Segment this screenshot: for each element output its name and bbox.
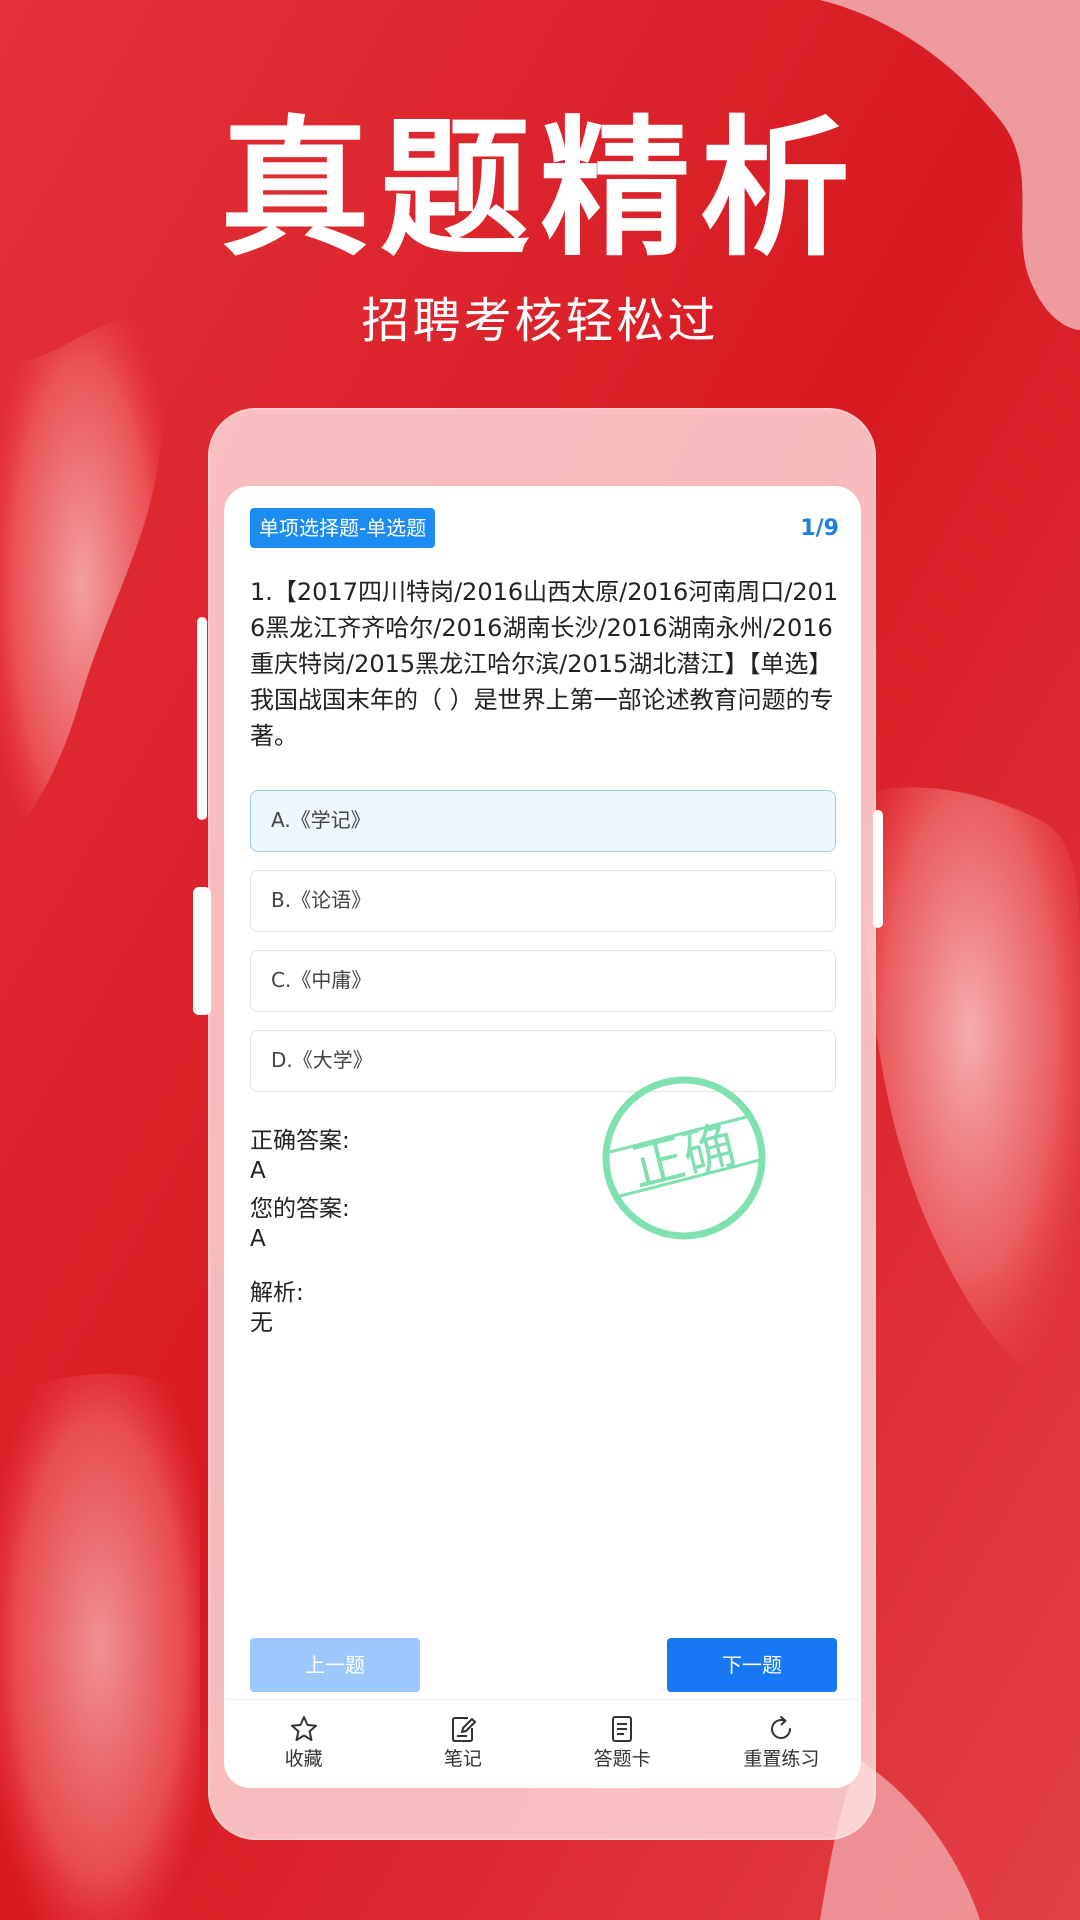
analysis-label: 解析: <box>250 1280 304 1306</box>
question-type-badge: 单项选择题-单选题 <box>250 508 436 548</box>
previous-question-button[interactable]: 上一题 <box>250 1638 420 1692</box>
note-icon <box>451 1717 476 1742</box>
correct-answer: 正确答案: A <box>250 1126 550 1186</box>
tab-favorite[interactable]: 收藏 <box>224 1700 383 1788</box>
tab-reset-practice-label: 重置练习 <box>743 1748 820 1770</box>
correct-stamp-icon: 正确 <box>602 1076 766 1240</box>
star-icon <box>290 1716 317 1741</box>
your-answer-label: 您的答案: <box>250 1196 350 1222</box>
stamp-text: 正确 <box>626 1115 741 1198</box>
hero-subtitle: 招聘考核轻松过 <box>361 293 719 349</box>
tab-favorite-label: 收藏 <box>284 1748 323 1770</box>
refresh-icon <box>771 1716 792 1739</box>
answer-sheet-icon <box>612 1716 633 1742</box>
correct-answer-label: 正确答案: <box>250 1128 350 1154</box>
analysis-value: 无 <box>250 1310 273 1336</box>
correct-answer-value: A <box>250 1158 266 1184</box>
next-question-button[interactable]: 下一题 <box>667 1638 837 1692</box>
phone-side-button-left-lower <box>193 887 211 1015</box>
options-list: A.《学记》 B.《论语》 C.《中庸》 D.《大学》 <box>250 790 836 1110</box>
phone-side-button-right <box>873 810 883 928</box>
tab-notes-label: 笔记 <box>443 1748 482 1770</box>
analysis: 解析: 无 <box>250 1278 550 1338</box>
promo-page: 真题精析 招聘考核轻松过 单项选择题-单选题 1/9 1.【2017四川特岗/2… <box>0 0 1080 1920</box>
your-answer-value: A <box>250 1226 266 1252</box>
app-screen: 单项选择题-单选题 1/9 1.【2017四川特岗/2016山西太原/2016河… <box>224 486 861 1788</box>
option-a[interactable]: A.《学记》 <box>250 790 836 852</box>
tab-notes[interactable]: 笔记 <box>383 1700 542 1788</box>
bottom-tabbar: 收藏 笔记 答题卡 重置练习 <box>224 1699 861 1788</box>
tab-answer-sheet-label: 答题卡 <box>593 1748 651 1770</box>
question-text: 1.【2017四川特岗/2016山西太原/2016河南周口/2016黑龙江齐齐哈… <box>250 578 839 750</box>
option-b[interactable]: B.《论语》 <box>250 870 836 932</box>
question-progress: 1/9 <box>800 516 839 541</box>
phone-side-button-left-upper <box>197 617 207 820</box>
option-c[interactable]: C.《中庸》 <box>250 950 836 1012</box>
tab-reset-practice[interactable]: 重置练习 <box>702 1700 861 1788</box>
tab-answer-sheet[interactable]: 答题卡 <box>543 1700 702 1788</box>
hero-title: 真题精析 <box>219 103 860 277</box>
your-answer: 您的答案: A <box>250 1194 550 1254</box>
